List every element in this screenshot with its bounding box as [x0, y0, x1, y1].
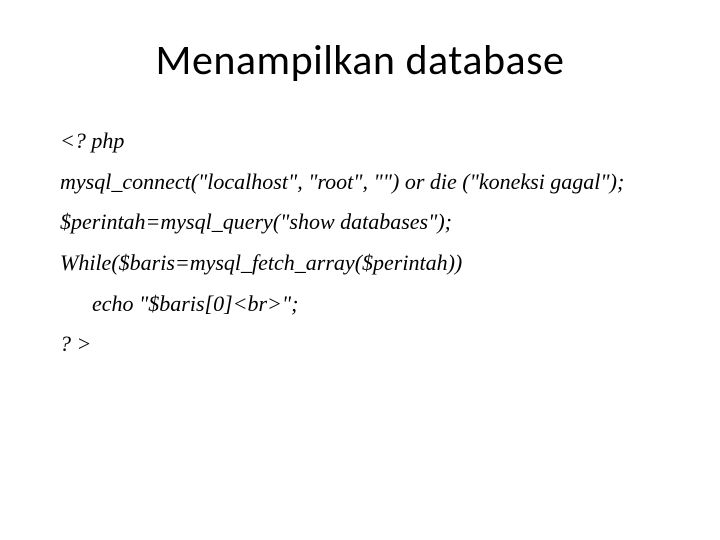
code-line-1: <? php — [60, 121, 660, 162]
slide-title: Menampilkan database — [60, 35, 660, 86]
code-line-3: $perintah=mysql_query("show databases"); — [60, 202, 660, 243]
code-line-5: echo "$baris[0]<br>"; — [60, 284, 660, 325]
code-line-2: mysql_connect("localhost", "root", "") o… — [60, 162, 660, 203]
code-line-6: ? > — [60, 324, 660, 365]
code-line-4: While($baris=mysql_fetch_array($perintah… — [60, 243, 660, 284]
code-block: <? php mysql_connect("localhost", "root"… — [60, 121, 660, 365]
